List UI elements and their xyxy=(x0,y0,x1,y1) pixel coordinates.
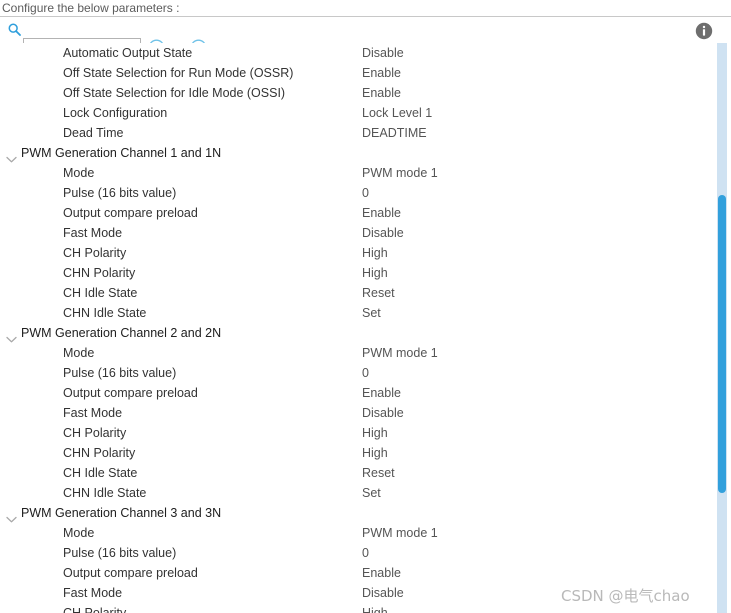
parameter-value[interactable]: PWM mode 1 xyxy=(362,163,438,183)
parameter-label: Off State Selection for Run Mode (OSSR) xyxy=(63,66,294,80)
parameter-label: Automatic Output State xyxy=(63,46,193,60)
parameter-row[interactable]: CHN Polarity High xyxy=(0,443,717,463)
parameter-row[interactable]: Off State Selection for Run Mode (OSSR) E… xyxy=(0,63,717,83)
parameter-row[interactable]: Output compare preload Enable xyxy=(0,383,717,403)
vertical-scrollbar-track[interactable] xyxy=(717,43,727,613)
parameter-label: CHN Polarity xyxy=(63,446,136,460)
parameter-value[interactable]: High xyxy=(362,423,388,443)
parameter-value[interactable]: Disable xyxy=(362,223,404,243)
parameter-label: CHN Idle State xyxy=(63,306,147,320)
parameter-label: Mode xyxy=(63,346,95,360)
parameter-row[interactable]: Off State Selection for Idle Mode (OSSI)… xyxy=(0,83,717,103)
parameter-label: Off State Selection for Idle Mode (OSSI) xyxy=(63,86,286,100)
parameter-row[interactable]: Lock Configuration Lock Level 1 xyxy=(0,103,717,123)
parameter-value[interactable]: Enable xyxy=(362,563,401,583)
parameter-value[interactable]: PWM mode 1 xyxy=(362,343,438,363)
parameter-value[interactable]: Enable xyxy=(362,63,401,83)
parameter-row[interactable]: Pulse (16 bits value) 0 xyxy=(0,183,717,203)
parameter-label: Pulse (16 bits value) xyxy=(63,366,177,380)
parameter-value[interactable]: PWM mode 1 xyxy=(362,523,438,543)
parameter-label: Dead Time xyxy=(63,126,124,140)
parameter-value[interactable]: Enable xyxy=(362,383,401,403)
parameter-value[interactable]: High xyxy=(362,263,388,283)
parameter-value[interactable]: Lock Level 1 xyxy=(362,103,432,123)
search-toolbar xyxy=(0,17,731,57)
parameter-value[interactable]: Reset xyxy=(362,283,395,303)
parameter-label: CH Idle State xyxy=(63,466,138,480)
parameter-row[interactable]: Mode PWM mode 1 xyxy=(0,343,717,363)
parameter-label: Output compare preload xyxy=(63,386,198,400)
parameter-row[interactable]: Mode PWM mode 1 xyxy=(0,523,717,543)
parameter-row[interactable]: Pulse (16 bits value) 0 xyxy=(0,363,717,383)
parameter-label: Mode xyxy=(63,526,95,540)
parameter-label: Fast Mode xyxy=(63,226,123,240)
parameter-group-label: PWM Generation Channel 2 and 2N xyxy=(21,326,222,340)
parameter-value[interactable]: High xyxy=(362,443,388,463)
parameter-label: Output compare preload xyxy=(63,566,198,580)
parameter-value[interactable]: Disable xyxy=(362,403,404,423)
parameter-row[interactable]: CHN Idle State Set xyxy=(0,483,717,503)
parameter-value[interactable]: 0 xyxy=(362,183,369,203)
parameter-label: Pulse (16 bits value) xyxy=(63,186,177,200)
parameter-value[interactable]: Enable xyxy=(362,83,401,103)
parameter-group-header[interactable]: PWM Generation Channel 2 and 2N xyxy=(0,323,717,343)
page-title: Configure the below parameters : xyxy=(2,1,180,15)
parameter-row[interactable]: Pulse (16 bits value) 0 xyxy=(0,543,717,563)
parameter-row[interactable]: Dead Time DEADTIME xyxy=(0,123,717,143)
parameter-row[interactable]: Output compare preload Enable xyxy=(0,203,717,223)
parameter-group-header[interactable]: PWM Generation Channel 3 and 3N xyxy=(0,503,717,523)
parameter-value[interactable]: Set xyxy=(362,483,381,503)
parameter-configuration-panel: Configure the below parameters : Search … xyxy=(0,0,731,613)
parameter-list: Automatic Output State Disable Off State S… xyxy=(0,43,717,613)
parameter-label: CH Polarity xyxy=(63,246,127,260)
chevron-down-icon[interactable] xyxy=(6,510,17,523)
parameter-value[interactable]: 0 xyxy=(362,363,369,383)
parameter-value[interactable]: High xyxy=(362,603,388,613)
info-icon[interactable] xyxy=(695,22,713,40)
parameter-label: Pulse (16 bits value) xyxy=(63,546,177,560)
parameter-value[interactable]: Disable xyxy=(362,43,404,63)
parameter-row[interactable]: Automatic Output State Disable xyxy=(0,43,717,63)
parameter-value[interactable]: Reset xyxy=(362,463,395,483)
parameter-row[interactable]: CHN Idle State Set xyxy=(0,303,717,323)
parameter-value[interactable]: DEADTIME xyxy=(362,123,427,143)
vertical-scrollbar-thumb[interactable] xyxy=(718,195,726,493)
chevron-down-icon[interactable] xyxy=(6,150,17,163)
parameter-row[interactable]: Mode PWM mode 1 xyxy=(0,163,717,183)
parameter-list-viewport: Automatic Output State Disable Off State S… xyxy=(0,43,717,613)
parameter-row[interactable]: CH Idle State Reset xyxy=(0,283,717,303)
parameter-row[interactable]: Output compare preload Enable xyxy=(0,563,717,583)
panel-title-bar: Configure the below parameters : xyxy=(0,0,731,17)
parameter-value[interactable]: Set xyxy=(362,303,381,323)
parameter-row[interactable]: CH Polarity High xyxy=(0,603,717,613)
parameter-label: Lock Configuration xyxy=(63,106,168,120)
parameter-label: Mode xyxy=(63,166,95,180)
parameter-label: Fast Mode xyxy=(63,406,123,420)
parameter-label: Fast Mode xyxy=(63,586,123,600)
search-icon xyxy=(8,23,21,36)
parameter-label: CH Polarity xyxy=(63,606,127,613)
parameter-group-label: PWM Generation Channel 3 and 3N xyxy=(21,506,222,520)
parameter-label: CHN Polarity xyxy=(63,266,136,280)
parameter-label: CH Idle State xyxy=(63,286,138,300)
parameter-value[interactable]: High xyxy=(362,243,388,263)
parameter-group-header[interactable]: PWM Generation Channel 1 and 1N xyxy=(0,143,717,163)
chevron-down-icon[interactable] xyxy=(6,330,17,343)
parameter-row[interactable]: Fast Mode Disable xyxy=(0,223,717,243)
parameter-label: CH Polarity xyxy=(63,426,127,440)
parameter-row[interactable]: CH Polarity High xyxy=(0,423,717,443)
parameter-value[interactable]: Enable xyxy=(362,203,401,223)
parameter-label: CHN Idle State xyxy=(63,486,147,500)
parameter-group-label: PWM Generation Channel 1 and 1N xyxy=(21,146,222,160)
parameter-row[interactable]: CHN Polarity High xyxy=(0,263,717,283)
parameter-label: Output compare preload xyxy=(63,206,198,220)
parameter-row[interactable]: CH Idle State Reset xyxy=(0,463,717,483)
parameter-row[interactable]: Fast Mode Disable xyxy=(0,583,717,603)
parameter-row[interactable]: Fast Mode Disable xyxy=(0,403,717,423)
parameter-value[interactable]: 0 xyxy=(362,543,369,563)
parameter-row[interactable]: CH Polarity High xyxy=(0,243,717,263)
parameter-value[interactable]: Disable xyxy=(362,583,404,603)
